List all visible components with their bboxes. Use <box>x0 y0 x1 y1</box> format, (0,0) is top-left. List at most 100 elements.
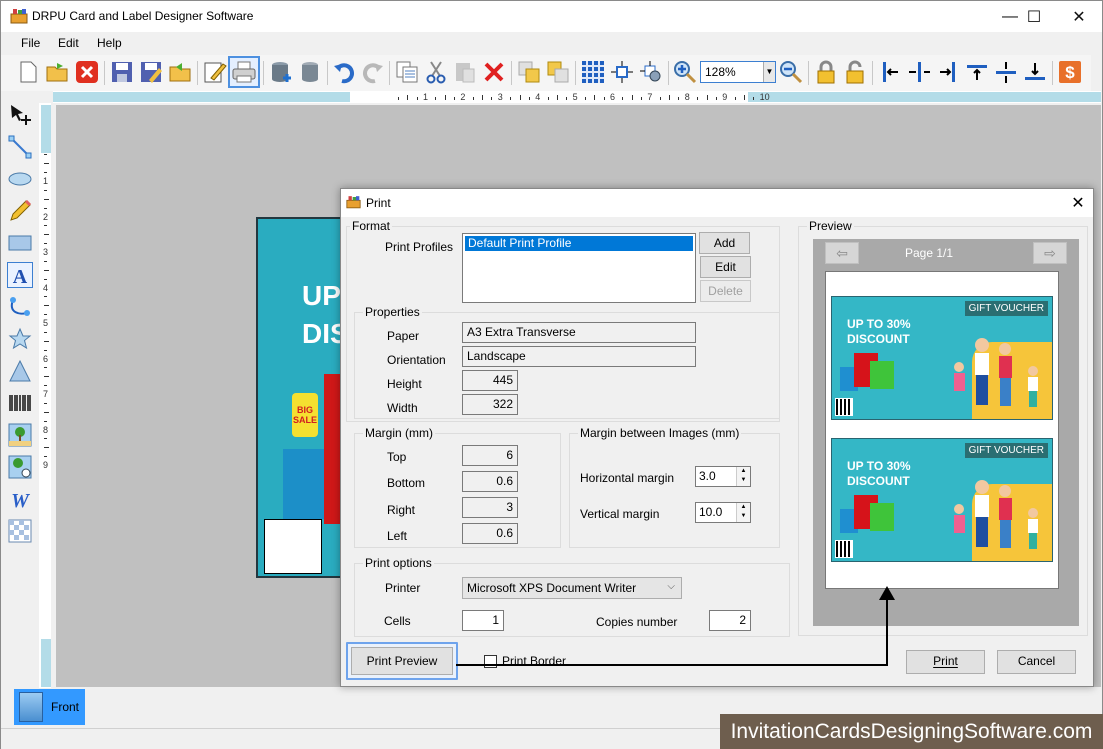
menu-edit[interactable]: Edit <box>58 36 79 50</box>
arrow-left-icon: ⇦ <box>836 244 848 261</box>
database-add-button[interactable] <box>267 58 295 86</box>
tool-select[interactable] <box>7 102 33 128</box>
profile-item[interactable]: Default Print Profile <box>465 236 693 251</box>
width-field[interactable]: 322 <box>462 394 518 415</box>
dialog-close-button[interactable]: ✕ <box>1067 193 1089 213</box>
paste-button[interactable] <box>451 58 479 86</box>
printer-icon <box>232 61 256 83</box>
sale-tag: BIG SALE <box>292 393 318 437</box>
export-button[interactable] <box>166 58 194 86</box>
menu-help[interactable]: Help <box>97 36 122 50</box>
save-as-button[interactable] <box>137 58 165 86</box>
open-button[interactable] <box>43 58 71 86</box>
vertical-margin-spinner[interactable]: 10.0 ▲ ▼ <box>695 502 751 523</box>
top-margin-field[interactable]: 6 <box>462 445 518 466</box>
send-back-icon <box>547 61 569 83</box>
maximize-button[interactable]: ☐ <box>1011 1 1057 32</box>
zoom-combobox[interactable]: 128% ▼ <box>700 61 776 83</box>
save-button[interactable] <box>108 58 136 86</box>
zoom-out-icon <box>780 61 803 84</box>
add-profile-button[interactable]: Add <box>699 232 750 254</box>
align-middle-button[interactable] <box>992 58 1020 86</box>
database-add-icon <box>272 62 291 82</box>
tool-pencil[interactable] <box>7 198 33 224</box>
unlock-button[interactable] <box>841 58 869 86</box>
cut-button[interactable] <box>422 58 450 86</box>
align-top-button[interactable] <box>963 58 991 86</box>
tool-word-art[interactable]: W <box>7 486 33 512</box>
tool-star[interactable] <box>7 326 33 352</box>
print-label: Print <box>933 654 958 668</box>
redo-button[interactable] <box>359 58 387 86</box>
tool-barcode[interactable] <box>7 390 33 416</box>
bottom-margin-field[interactable]: 0.6 <box>462 471 518 492</box>
align-left-button[interactable] <box>876 58 904 86</box>
lock-button[interactable] <box>812 58 840 86</box>
ruler-margin <box>748 92 1101 102</box>
tool-pattern[interactable] <box>7 518 33 544</box>
ruler-tick-mark <box>519 95 521 100</box>
delete-button[interactable] <box>480 58 508 86</box>
print-preview-button[interactable]: Print Preview <box>346 642 458 680</box>
spinner-arrows-icon[interactable]: ▲ ▼ <box>736 467 750 486</box>
qr-code <box>264 519 322 574</box>
undo-button[interactable] <box>330 58 358 86</box>
spinner-arrows-icon[interactable]: ▲ ▼ <box>736 503 750 522</box>
next-page-button[interactable]: ⇨ <box>1033 242 1067 264</box>
copies-input[interactable]: 2 <box>709 610 751 631</box>
tab-front[interactable]: Front <box>14 689 85 725</box>
height-field[interactable]: 445 <box>462 370 518 391</box>
print-button[interactable] <box>228 56 260 88</box>
delete-profile-button[interactable]: Delete <box>700 280 751 302</box>
fit-button[interactable] <box>637 58 665 86</box>
ruler-tick-mark <box>44 447 49 449</box>
align-right-button[interactable] <box>934 58 962 86</box>
ruler-tick-mark <box>44 198 49 200</box>
zoom-out-button[interactable] <box>777 58 805 86</box>
align-bottom-button[interactable] <box>1021 58 1049 86</box>
bring-front-button[interactable] <box>515 58 543 86</box>
edit-profile-button[interactable]: Edit <box>700 256 751 278</box>
ruler-tick-mark <box>416 97 418 100</box>
align-center-button[interactable] <box>905 58 933 86</box>
cells-input[interactable]: 1 <box>462 610 504 631</box>
tool-triangle[interactable] <box>7 358 33 384</box>
grid-button[interactable] <box>579 58 607 86</box>
previous-page-button[interactable]: ⇦ <box>825 242 859 264</box>
tool-rectangle[interactable] <box>7 230 33 256</box>
print-confirm-button[interactable]: Print <box>906 650 985 674</box>
cancel-button[interactable]: Cancel <box>997 650 1076 674</box>
send-back-button[interactable] <box>544 58 572 86</box>
zoom-in-button[interactable] <box>671 58 699 86</box>
tool-curve[interactable] <box>7 294 33 320</box>
horizontal-margin-spinner[interactable]: 3.0 ▲ ▼ <box>695 466 751 487</box>
printer-select[interactable]: Microsoft XPS Document Writer ⌵ <box>462 577 682 599</box>
orientation-field[interactable]: Landscape <box>462 346 696 367</box>
chevron-down-icon[interactable]: ▼ <box>763 62 775 82</box>
close-button[interactable]: ✕ <box>1056 1 1102 32</box>
tool-text[interactable]: A <box>7 262 33 288</box>
right-margin-field[interactable]: 3 <box>462 497 518 518</box>
ruler-tick-mark <box>482 95 484 100</box>
tool-image[interactable] <box>7 422 33 448</box>
paper-field[interactable]: A3 Extra Transverse <box>462 322 696 343</box>
print-profiles-list[interactable]: Default Print Profile <box>462 233 696 303</box>
tool-ellipse[interactable] <box>7 166 33 192</box>
tool-image-library[interactable] <box>7 454 33 480</box>
ruler-tick-mark <box>44 172 47 174</box>
close-file-button[interactable] <box>73 58 101 86</box>
menu-file[interactable]: File <box>21 36 40 50</box>
buy-button[interactable]: $ <box>1056 58 1084 86</box>
ruler-tick-mark <box>44 189 47 191</box>
center-button[interactable] <box>608 58 636 86</box>
copy-button[interactable] <box>393 58 421 86</box>
card-design[interactable]: UP DIS BIG SALE <box>256 217 346 578</box>
image-library-icon <box>8 455 32 479</box>
database-button[interactable] <box>296 58 324 86</box>
new-button[interactable] <box>14 58 42 86</box>
left-margin-field[interactable]: 0.6 <box>462 523 518 544</box>
print-border-checkbox[interactable] <box>484 655 497 668</box>
tool-line[interactable] <box>7 134 33 160</box>
edit-button[interactable] <box>201 58 229 86</box>
align-center-icon <box>909 62 930 82</box>
